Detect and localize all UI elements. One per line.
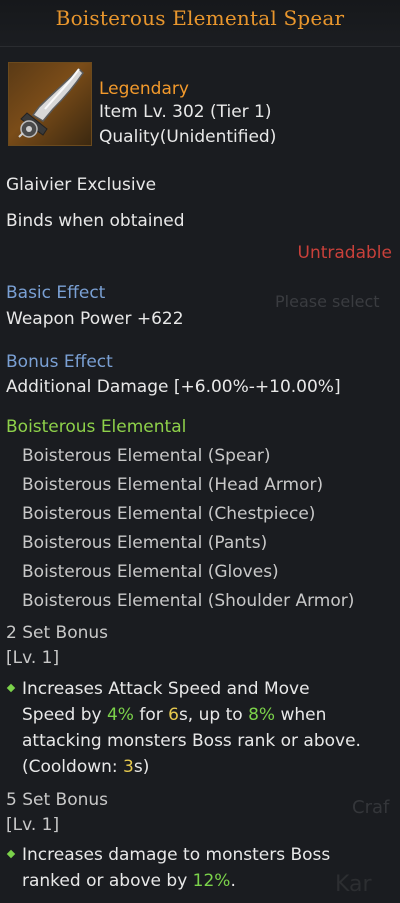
set-bonus-2-heading: 2 Set Bonus [6,623,109,643]
item-tooltip: Please select Craf Kar Boisterous Elemen… [0,0,400,903]
item-quality: Quality(Unidentified) [99,127,277,147]
spear-icon [18,67,84,138]
set-piece: Boisterous Elemental (Pants) [22,533,268,553]
set-bonus-5-level: [Lv. 1] [6,815,60,835]
set-name: Boisterous Elemental [6,417,187,437]
trade-status: Untradable [297,243,392,263]
item-rarity: Legendary [99,79,189,99]
set-piece: Boisterous Elemental (Gloves) [22,562,279,582]
basic-effect-value: Weapon Power +622 [6,309,184,329]
item-name: Boisterous Elemental Spear [55,6,345,30]
bind-status: Binds when obtained [6,211,185,231]
basic-effect-heading: Basic Effect [6,283,106,303]
set-piece: Boisterous Elemental (Chestpiece) [22,504,316,524]
set-bonus-5-heading: 5 Set Bonus [6,790,109,810]
set-bonus-2-text-line: attacking monsters Boss rank or above. [22,731,361,751]
tooltip-header: Boisterous Elemental Spear [0,0,400,47]
item-level: Item Lv. 302 (Tier 1) [99,102,272,122]
set-bonus-2-text-line: Increases Attack Speed and Move [22,679,310,699]
bullet-icon [6,683,16,693]
background-fragment: Please select [275,292,380,311]
set-bonus-5-text-line: ranked or above by 12%. [22,871,236,891]
set-piece: Boisterous Elemental (Head Armor) [22,475,324,495]
set-bonus-2-text-line: Speed by 4% for 6s, up to 8% when [22,705,327,725]
bonus-effect-heading: Bonus Effect [6,352,113,372]
set-bonus-2-level: [Lv. 1] [6,648,60,668]
class-restriction: Glaivier Exclusive [6,175,157,195]
bullet-icon [6,849,16,859]
set-bonus-2-text-line: (Cooldown: 3s) [22,757,150,777]
set-piece: Boisterous Elemental (Spear) [22,446,271,466]
item-icon [8,62,92,146]
background-fragment: Kar [335,872,372,897]
set-piece: Boisterous Elemental (Shoulder Armor) [22,591,355,611]
set-bonus-5-text-line: Increases damage to monsters Boss [22,845,331,865]
bonus-effect-value: Additional Damage [+6.00%-+10.00%] [6,377,341,397]
background-fragment: Craf [352,797,390,818]
